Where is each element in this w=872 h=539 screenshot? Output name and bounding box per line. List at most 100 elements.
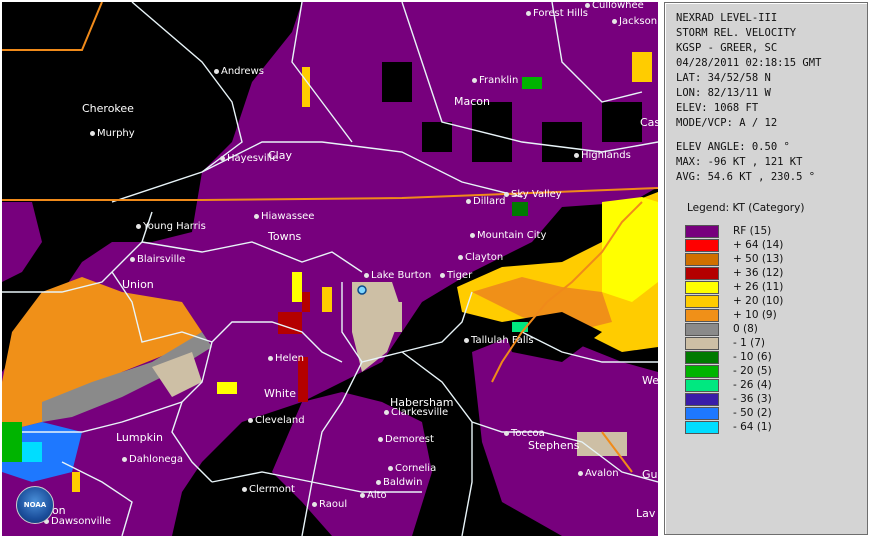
product-name: STORM REL. VELOCITY	[676, 27, 797, 39]
legend-swatch	[685, 309, 719, 322]
county-lav: Lav	[636, 507, 656, 520]
legend-label: - 50 (2)	[733, 407, 772, 419]
county-lumpkin: Lumpkin	[116, 431, 164, 444]
place-demorest: Demorest	[378, 434, 434, 445]
place-sky-valley: Sky Valley	[504, 189, 562, 200]
county-gu: Gu	[642, 468, 658, 481]
velocity-tan-patch	[382, 302, 402, 332]
velocity-speck-16	[472, 102, 512, 162]
legend-swatch	[685, 351, 719, 364]
legend-swatch	[685, 379, 719, 392]
legend-swatch	[685, 337, 719, 350]
place-tiger: Tiger	[440, 270, 472, 281]
info-panel: NEXRAD LEVEL-III STORM REL. VELOCITY KGS…	[664, 2, 868, 535]
county-macon: Macon	[454, 95, 490, 108]
county-white: White	[264, 387, 296, 400]
legend-swatch	[685, 393, 719, 406]
legend-label: - 36 (3)	[733, 393, 772, 405]
station-lon: LON: 82/13/11 W	[676, 87, 771, 99]
place-clayton: Clayton	[458, 252, 503, 263]
velocity-speck-8	[72, 472, 80, 492]
county-towns: Towns	[268, 230, 302, 243]
legend-swatch	[685, 323, 719, 336]
legend-label: + 50 (13)	[733, 253, 784, 265]
place-highlands: Highlands	[574, 150, 631, 161]
radar-velocity-layer	[2, 2, 658, 536]
legend-label: - 1 (7)	[733, 337, 766, 349]
scan-datetime: 04/28/2011 02:18:15 GMT	[676, 57, 822, 69]
rf-block	[562, 442, 658, 536]
scan-mode: MODE/VCP: A / 12	[676, 117, 778, 129]
place-lake-burton: Lake Burton	[364, 270, 431, 281]
place-toccoa: Toccoa	[504, 428, 545, 439]
legend-swatch	[685, 253, 719, 266]
place-dawsonville: Dawsonville	[44, 516, 111, 527]
place-tallulah-falls: Tallulah Falls	[464, 335, 534, 346]
place-helen: Helen	[268, 353, 304, 364]
place-baldwin: Baldwin	[376, 477, 422, 488]
legend-label: + 10 (9)	[733, 309, 777, 321]
legend-label: 0 (8)	[733, 323, 758, 335]
place-clarkesville: Clarkesville	[384, 407, 448, 418]
place-alto: Alto	[360, 490, 387, 501]
legend-swatch	[685, 225, 719, 238]
place-young-harris: Young Harris	[136, 221, 206, 232]
place-cornelia: Cornelia	[388, 463, 436, 474]
legend-label: RF (15)	[733, 225, 772, 237]
legend-swatch	[685, 365, 719, 378]
legend-label: - 10 (6)	[733, 351, 772, 363]
place-dillard: Dillard	[466, 196, 505, 207]
place-raoul: Raoul	[312, 499, 347, 510]
legend-label: + 64 (14)	[733, 239, 784, 251]
station-name: KGSP - GREER, SC	[676, 42, 778, 54]
county-we: We	[642, 374, 658, 387]
place-avalon: Avalon	[578, 468, 619, 479]
place-franklin: Franklin	[472, 75, 518, 86]
county-cas: Cas	[640, 116, 658, 129]
county-union: Union	[122, 278, 154, 291]
county-cherokee: Cherokee	[82, 102, 134, 115]
velocity-speck-11	[632, 52, 652, 82]
legend-swatch	[685, 421, 719, 434]
legend-label: + 20 (10)	[733, 295, 784, 307]
velocity-speck-10	[522, 77, 542, 89]
product-title: NEXRAD LEVEL-III	[676, 12, 778, 24]
place-jackson: Jackson	[612, 16, 657, 27]
station-lat: LAT: 34/52/58 N	[676, 72, 771, 84]
radar-map[interactable]: Forest Hills Cullowhee Jackson Andrews F…	[2, 2, 658, 536]
velocity-speck-2	[302, 292, 310, 312]
elev-angle: ELEV ANGLE: 0.50 °	[676, 141, 790, 153]
velocity-max: MAX: -96 KT , 121 KT	[676, 156, 803, 168]
legend-swatch	[685, 267, 719, 280]
place-forest-hills: Forest Hills	[526, 8, 588, 19]
place-mountain-city: Mountain City	[470, 230, 546, 241]
legend-label: - 64 (1)	[733, 421, 772, 433]
place-blairsville: Blairsville	[130, 254, 185, 265]
legend-label: + 26 (11)	[733, 281, 784, 293]
place-clermont: Clermont	[242, 484, 295, 495]
place-hayesville: Hayesville	[220, 153, 278, 164]
legend-swatch	[685, 239, 719, 252]
legend-swatch	[685, 407, 719, 420]
legend-swatch	[685, 281, 719, 294]
velocity-speck-1	[292, 272, 302, 302]
legend-swatch	[685, 295, 719, 308]
velocity-speck-7	[217, 382, 237, 394]
place-andrews: Andrews	[214, 66, 264, 77]
velocity-speck-14	[422, 122, 452, 152]
legend-label: + 36 (12)	[733, 267, 784, 279]
velocity-speck-18	[602, 102, 642, 142]
place-dahlonega: Dahlonega	[122, 454, 183, 465]
legend-label: - 20 (5)	[733, 365, 772, 377]
county-stephens: Stephens	[528, 439, 580, 452]
velocity-speck-3	[322, 287, 332, 312]
velocity-speck-15	[382, 62, 412, 102]
station-elev: ELEV: 1068 FT	[676, 102, 759, 114]
place-cullowhee: Cullowhee	[585, 2, 644, 11]
velocity-speck-6	[302, 67, 310, 107]
legend-label: - 26 (4)	[733, 379, 772, 391]
radar-site	[357, 285, 367, 295]
place-cleveland: Cleveland	[248, 415, 305, 426]
velocity-avg: AVG: 54.6 KT , 230.5 °	[676, 171, 816, 183]
legend-title: Legend: KT (Category)	[687, 202, 805, 214]
